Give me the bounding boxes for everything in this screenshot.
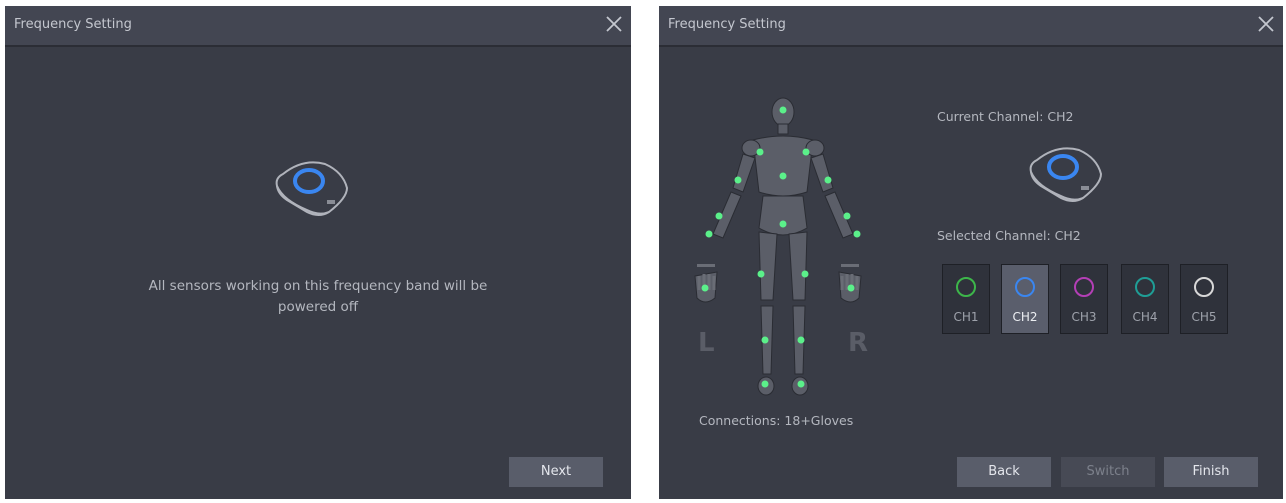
channel-ch5-button[interactable]: CH5 bbox=[1180, 264, 1228, 334]
channel-label: CH5 bbox=[1191, 310, 1217, 324]
frequency-setting-dialog-step2: Frequency Setting L R Connections: 18+Gl… bbox=[659, 6, 1283, 499]
current-channel-label: Current Channel: CH2 bbox=[937, 109, 1074, 124]
channel-ring-icon bbox=[1074, 277, 1094, 297]
dialog-title: Frequency Setting bbox=[668, 17, 786, 32]
channel-ch2-button[interactable]: CH2 bbox=[1001, 264, 1049, 334]
body-figure-icon bbox=[694, 97, 862, 396]
channel-label: CH2 bbox=[1012, 310, 1038, 324]
sensor-device-icon bbox=[1029, 147, 1103, 202]
selected-channel-label: Selected Channel: CH2 bbox=[937, 228, 1081, 243]
channel-ring-icon bbox=[1015, 277, 1035, 297]
left-side-label: L bbox=[698, 328, 715, 358]
titlebar: Frequency Setting bbox=[659, 6, 1283, 47]
connections-label: Connections: 18+Gloves bbox=[699, 413, 854, 428]
right-side-label: R bbox=[848, 328, 869, 358]
dialog-title: Frequency Setting bbox=[14, 17, 132, 32]
channel-ring-icon bbox=[1135, 277, 1155, 297]
finish-button[interactable]: Finish bbox=[1164, 457, 1258, 487]
titlebar: Frequency Setting bbox=[5, 6, 631, 47]
sensor-device-icon bbox=[275, 161, 349, 216]
channel-label: CH1 bbox=[953, 310, 979, 324]
channel-ch1-button[interactable]: CH1 bbox=[942, 264, 990, 334]
back-button[interactable]: Back bbox=[957, 457, 1051, 487]
power-off-message: All sensors working on this frequency ba… bbox=[148, 278, 488, 315]
channel-ch4-button[interactable]: CH4 bbox=[1121, 264, 1169, 334]
channel-label: CH3 bbox=[1071, 310, 1097, 324]
next-button[interactable]: Next bbox=[509, 457, 603, 487]
channel-ch3-button[interactable]: CH3 bbox=[1060, 264, 1108, 334]
frequency-setting-dialog-step1: Frequency Setting All sensors working on… bbox=[5, 6, 631, 499]
channel-ring-icon bbox=[1194, 277, 1214, 297]
switch-button[interactable]: Switch bbox=[1061, 457, 1155, 487]
close-icon[interactable] bbox=[603, 13, 625, 35]
close-icon[interactable] bbox=[1255, 13, 1277, 35]
channel-label: CH4 bbox=[1132, 310, 1158, 324]
channel-ring-icon bbox=[956, 277, 976, 297]
